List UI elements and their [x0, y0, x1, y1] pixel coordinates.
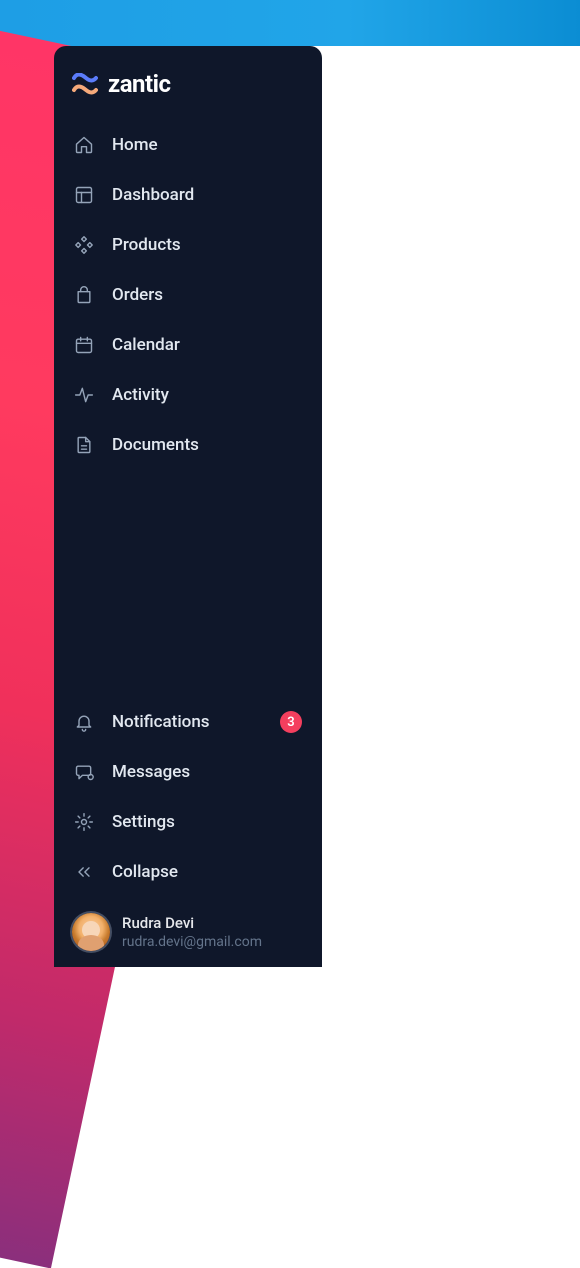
- sidebar-item-messages[interactable]: Messages: [62, 747, 314, 797]
- brand-name: zantic: [108, 70, 170, 98]
- sidebar-item-collapse[interactable]: Collapse: [62, 847, 314, 897]
- user-profile-row[interactable]: Rudra Devi rudra.devi@gmail.com: [54, 903, 322, 951]
- sidebar-item-dashboard[interactable]: Dashboard: [62, 170, 314, 220]
- activity-icon: [74, 385, 94, 405]
- nav-label: Documents: [112, 435, 302, 455]
- nav-label: Messages: [112, 762, 302, 782]
- nav-label: Collapse: [112, 862, 302, 882]
- chevrons-left-icon: [74, 862, 94, 882]
- nav-label: Products: [112, 235, 302, 255]
- sidebar-spacer: [54, 470, 322, 697]
- nav-label: Home: [112, 135, 302, 155]
- nav-label: Notifications: [112, 712, 262, 732]
- nav-label: Settings: [112, 812, 302, 832]
- brand-block[interactable]: zantic: [54, 66, 322, 120]
- primary-nav: Home Dashboard Products Orders: [54, 120, 322, 470]
- sidebar-item-notifications[interactable]: Notifications 3: [62, 697, 314, 747]
- user-name: Rudra Devi: [122, 914, 262, 932]
- notification-badge: 3: [280, 711, 302, 733]
- avatar: [72, 913, 110, 951]
- user-email: rudra.devi@gmail.com: [122, 934, 262, 950]
- layout-icon: [74, 185, 94, 205]
- sidebar-item-settings[interactable]: Settings: [62, 797, 314, 847]
- home-icon: [74, 135, 94, 155]
- gear-icon: [74, 812, 94, 832]
- sidebar-item-documents[interactable]: Documents: [62, 420, 314, 470]
- nav-label: Orders: [112, 285, 302, 305]
- file-icon: [74, 435, 94, 455]
- sidebar-item-activity[interactable]: Activity: [62, 370, 314, 420]
- calendar-icon: [74, 335, 94, 355]
- bg-top-bar: [0, 0, 580, 46]
- bell-icon: [74, 712, 94, 732]
- nav-label: Activity: [112, 385, 302, 405]
- bag-icon: [74, 285, 94, 305]
- brand-logo-icon: [72, 73, 98, 95]
- sidebar-item-orders[interactable]: Orders: [62, 270, 314, 320]
- user-meta: Rudra Devi rudra.devi@gmail.com: [122, 914, 262, 950]
- main-content-area: [322, 46, 580, 967]
- nav-label: Calendar: [112, 335, 302, 355]
- grid-dots-icon: [74, 235, 94, 255]
- sidebar-item-home[interactable]: Home: [62, 120, 314, 170]
- sidebar-item-calendar[interactable]: Calendar: [62, 320, 314, 370]
- secondary-nav: Notifications 3 Messages Settings Collap…: [54, 697, 322, 897]
- sidebar-item-products[interactable]: Products: [62, 220, 314, 270]
- chat-icon: [74, 762, 94, 782]
- nav-label: Dashboard: [112, 185, 302, 205]
- sidebar: zantic Home Dashboard Produc: [54, 46, 322, 967]
